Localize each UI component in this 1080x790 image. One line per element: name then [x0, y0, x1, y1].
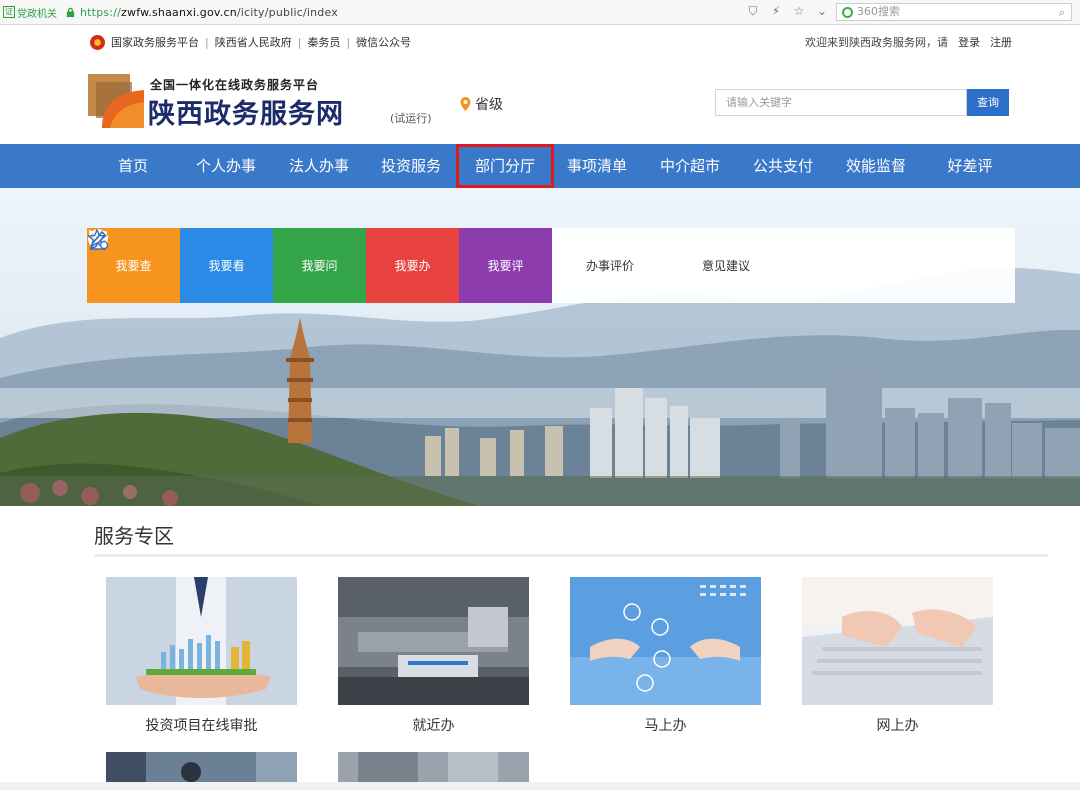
province-selector[interactable]: 省级 — [460, 94, 503, 114]
service-card-row2-1[interactable] — [106, 752, 297, 782]
service-card-row2-2[interactable] — [338, 752, 529, 782]
link-qinwuyuan[interactable]: 秦务员 — [307, 34, 340, 50]
lock-icon — [66, 7, 75, 17]
nav-intermediary[interactable]: 中介超市 — [650, 144, 730, 188]
tile-ask-label: 我要问 — [301, 259, 338, 273]
browser-search-placeholder: 360搜索 — [857, 5, 900, 18]
hero-banner: 我要查 我要看 我要问 我要办 我要评 办事评价 意见建议 — [0, 188, 1080, 506]
lightning-icon[interactable]: ⚡ — [769, 4, 783, 18]
360-logo-icon — [842, 7, 853, 18]
card-image — [570, 577, 761, 705]
location-pin-icon — [460, 97, 471, 111]
star-icon[interactable]: ☆ — [792, 4, 806, 18]
link-provincial-government[interactable]: 陕西省人民政府 — [215, 34, 292, 50]
url-field[interactable]: https://zwfw.shaanxi.gov.cn/icity/public… — [80, 6, 338, 19]
tile-search-label: 我要查 — [115, 259, 152, 273]
service-card-immediate[interactable]: 马上办 — [570, 577, 761, 735]
link-national-platform[interactable]: 国家政务服务平台 — [111, 34, 199, 50]
nav-investment[interactable]: 投资服务 — [371, 144, 451, 188]
card-label: 就近办 — [412, 718, 455, 734]
url-host: zwfw.shaanxi.gov.cn — [121, 5, 237, 19]
service-card-online[interactable]: 网上办 — [802, 577, 993, 735]
tile-view[interactable]: 我要看 — [88, 228, 273, 303]
nav-departments[interactable]: 部门分厅 — [456, 144, 554, 188]
card-image — [338, 752, 529, 782]
gov-badge: 证 党政机关 — [3, 5, 57, 20]
nav-personal[interactable]: 个人办事 — [186, 144, 266, 188]
tile-evaluate[interactable]: 我要评 — [87, 228, 552, 303]
site-header: 全国一体化在线政务服务平台 陕西政务服务网 (试运行) 省级 请输入关键字 查询 — [0, 56, 1080, 144]
divider: | — [297, 35, 302, 49]
quick-service-tiles: 我要查 我要看 我要问 我要办 我要评 办事评价 意见建议 — [87, 228, 1015, 303]
welcome-text: 欢迎来到陕西政务服务网，请 — [805, 36, 948, 49]
card-label: 马上办 — [644, 718, 687, 734]
section-divider — [94, 554, 1048, 557]
service-card-nearby[interactable]: 就近办 — [338, 577, 529, 735]
site-logo-icon[interactable] — [88, 74, 144, 128]
card-label: 网上办 — [876, 718, 919, 734]
login-link[interactable]: 登录 — [958, 34, 980, 50]
divider: | — [205, 35, 209, 49]
national-emblem-icon — [90, 34, 105, 50]
card-image — [106, 752, 297, 782]
chevron-down-icon[interactable]: ⌄ — [815, 4, 829, 18]
utility-bar: 国家政务服务平台 | 陕西省人民政府 | 秦务员 | 微信公众号 欢迎来到陕西政… — [0, 26, 1080, 56]
site-title[interactable]: 陕西政务服务网 — [148, 92, 344, 131]
link-wechat[interactable]: 微信公众号 — [356, 34, 411, 50]
gov-badge-icon: 证 — [3, 6, 15, 18]
tile-view-label: 我要看 — [208, 259, 245, 273]
site-search-input[interactable]: 请输入关键字 — [715, 89, 967, 116]
browser-address-bar: 证 党政机关 https://zwfw.shaanxi.gov.cn/icity… — [0, 0, 1080, 25]
nav-supervision[interactable]: 效能监督 — [836, 144, 916, 188]
card-image — [106, 577, 297, 705]
tile-handle-label: 我要办 — [394, 259, 431, 273]
service-card-investment[interactable]: 投资项目在线审批 — [106, 577, 297, 735]
url-path: /icity/public/index — [236, 5, 338, 19]
pencil-icon — [89, 230, 107, 250]
tile-service-rating[interactable]: 办事评价 — [87, 228, 668, 303]
tile-handle[interactable]: 我要办 — [89, 228, 459, 303]
nav-legal-person[interactable]: 法人办事 — [279, 144, 359, 188]
site-search-placeholder: 请输入关键字 — [726, 96, 792, 109]
card-image — [338, 577, 529, 705]
search-icon[interactable]: ⌕ — [1059, 5, 1065, 21]
nav-home[interactable]: 首页 — [98, 144, 168, 188]
province-label: 省级 — [475, 97, 503, 113]
section-title: 服务专区 — [94, 524, 174, 548]
divider: | — [346, 35, 351, 49]
gov-badge-label: 党政机关 — [17, 8, 57, 20]
card-image — [802, 577, 993, 705]
tiles-white-panel: 办事评价 意见建议 — [87, 228, 1015, 303]
nav-rating[interactable]: 好差评 — [930, 144, 1010, 188]
register-link[interactable]: 注册 — [990, 34, 1012, 50]
main-nav: 首页 个人办事 法人办事 投资服务 部门分厅 事项清单 中介超市 公共支付 效能… — [0, 144, 1080, 188]
tile-evaluate-label: 我要评 — [487, 259, 524, 273]
tile-service-rating-label: 办事评价 — [585, 259, 634, 273]
search-button[interactable]: 查询 — [967, 89, 1009, 116]
shield-icon[interactable]: ⛉ — [746, 4, 760, 18]
tile-suggestions[interactable]: 意见建议 — [89, 228, 784, 303]
browser-search-input[interactable]: 360搜索 ⌕ — [836, 3, 1072, 21]
tile-ask[interactable]: 我要问 — [89, 228, 366, 303]
page-bottom-edge — [0, 782, 1080, 790]
nav-payment[interactable]: 公共支付 — [743, 144, 823, 188]
trial-label: (试运行) — [390, 112, 432, 125]
card-label: 投资项目在线审批 — [145, 718, 258, 734]
nav-item-list[interactable]: 事项清单 — [557, 144, 637, 188]
url-protocol: https:// — [80, 5, 122, 19]
site-subtitle: 全国一体化在线政务服务平台 — [150, 78, 320, 92]
tile-suggestions-label: 意见建议 — [701, 259, 750, 273]
